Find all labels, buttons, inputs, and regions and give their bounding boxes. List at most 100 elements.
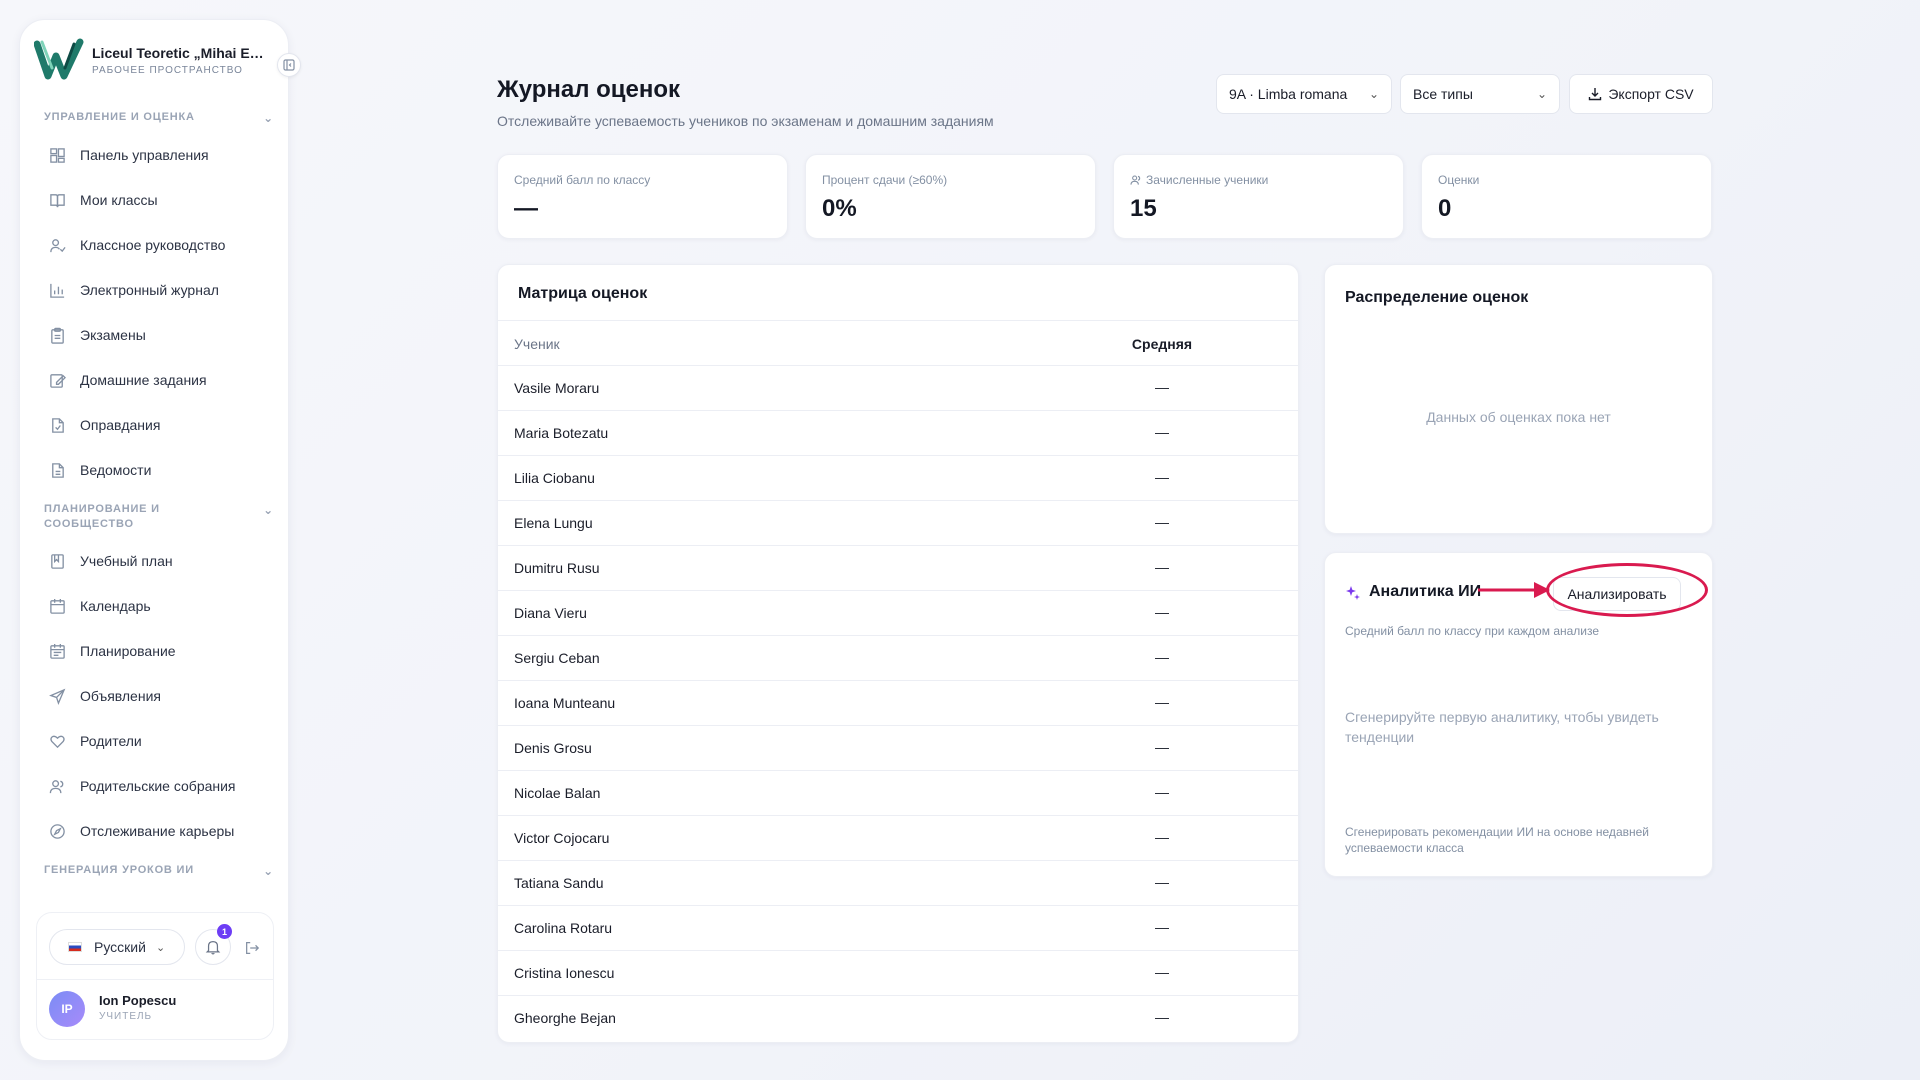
compass-icon [48, 822, 66, 840]
users-icon [1130, 175, 1141, 185]
chevron-down-icon: ⌄ [263, 503, 274, 517]
sidebar-item-homework[interactable]: Домашние задания [48, 365, 278, 395]
table-row[interactable]: Carolina Rotaru — [498, 906, 1298, 951]
collapse-sidebar-button[interactable] [277, 53, 301, 77]
user-role: УЧИТЕЛЬ [99, 1011, 153, 1022]
student-average: — [1155, 784, 1169, 800]
grade-matrix-title: Матрица оценок [518, 285, 648, 302]
edit-icon [48, 371, 66, 389]
sidebar-item-exams[interactable]: Экзамены [48, 320, 278, 350]
column-student[interactable]: Ученик [514, 336, 560, 352]
table-row[interactable]: Victor Cojocaru — [498, 816, 1298, 861]
type-select[interactable]: Все типы ⌄ [1400, 74, 1560, 114]
ai-analytics-subtitle: Средний балл по классу при каждом анализ… [1345, 624, 1600, 638]
file-check-icon [48, 416, 66, 434]
stat-label: Средний балл по классу [514, 173, 651, 187]
sidebar-item-career[interactable]: Отслеживание карьеры [48, 816, 278, 846]
section-ai-lessons[interactable]: ГЕНЕРАЦИЯ УРОКОВ ИИ ⌄ [44, 863, 274, 879]
table-row[interactable]: Maria Botezatu — [498, 411, 1298, 456]
sidebar-item-curriculum[interactable]: Учебный план [48, 546, 278, 576]
brand[interactable]: Liceul Teoretic „Mihai Eminescu” РАБОЧЕЕ… [34, 38, 272, 82]
analyze-button[interactable]: Анализировать [1553, 577, 1681, 611]
student-average: — [1155, 514, 1169, 530]
export-csv-button[interactable]: Экспорт CSV [1569, 74, 1713, 114]
stat-enrolled: Зачисленные ученики 15 [1113, 154, 1404, 239]
stat-value: 0% [822, 195, 857, 222]
chevron-down-icon: ⌄ [1536, 87, 1547, 101]
sidebar-item-parent-meetings[interactable]: Родительские собрания [48, 771, 278, 801]
flag-icon [68, 942, 82, 952]
stat-value: 0 [1438, 195, 1452, 222]
table-header: Ученик Средняя [498, 320, 1298, 366]
table-row[interactable]: Ioana Munteanu — [498, 681, 1298, 726]
stat-grades: Оценки 0 [1421, 154, 1712, 239]
student-name: Nicolae Balan [514, 785, 601, 801]
ai-analytics-title: Аналитика ИИ [1369, 583, 1482, 600]
table-row[interactable]: Lilia Ciobanu — [498, 456, 1298, 501]
student-average: — [1155, 919, 1169, 935]
sidebar-item-statements[interactable]: Ведомости [48, 455, 278, 485]
section-manage[interactable]: УПРАВЛЕНИЕ И ОЦЕНКА ⌄ [44, 110, 274, 126]
notifications-button[interactable]: 1 [195, 924, 232, 965]
student-average: — [1155, 829, 1169, 845]
page-title: Журнал оценок [497, 76, 681, 103]
column-average[interactable]: Средняя [1122, 336, 1202, 352]
sidebar-item-classes[interactable]: Мои классы [48, 185, 278, 215]
stat-pass-rate: Процент сдачи (≥60%) 0% [805, 154, 1096, 239]
table-row[interactable]: Vasile Moraru — [498, 366, 1298, 411]
table-row[interactable]: Diana Vieru — [498, 591, 1298, 636]
sidebar-item-label: Планирование [80, 643, 176, 659]
section-plan-label: ПЛАНИРОВАНИЕ И СООБЩЕСТВО [44, 503, 160, 530]
chevron-down-icon: ⌄ [1368, 87, 1379, 101]
sidebar-item-calendar[interactable]: Календарь [48, 591, 278, 621]
avatar[interactable]: IP [49, 991, 85, 1027]
sidebar-item-planning[interactable]: Планирование [48, 636, 278, 666]
class-select-value: 9A · Limba romana [1229, 86, 1348, 102]
sidebar-item-label: Родительские собрания [80, 778, 236, 794]
student-average: — [1155, 424, 1169, 440]
table-row[interactable]: Dumitru Rusu — [498, 546, 1298, 591]
school-name: Liceul Teoretic „Mihai Eminescu” [92, 44, 272, 61]
download-icon [1589, 88, 1602, 101]
student-name: Carolina Rotaru [514, 920, 613, 936]
stat-average: Средний балл по классу — [497, 154, 788, 239]
student-average: — [1155, 559, 1169, 575]
sidebar-item-journal[interactable]: Электронный журнал [48, 275, 278, 305]
table-row[interactable]: Tatiana Sandu — [498, 861, 1298, 906]
sidebar-item-label: Календарь [80, 598, 151, 614]
logout-button[interactable] [241, 937, 263, 959]
student-name: Gheorghe Bejan [514, 1010, 616, 1026]
sidebar-item-excuses[interactable]: Оправдания [48, 410, 278, 440]
section-ai-label: ГЕНЕРАЦИЯ УРОКОВ ИИ [44, 864, 194, 876]
student-average: — [1155, 964, 1169, 980]
sidebar-item-label: Объявления [80, 688, 161, 704]
stat-label-wrap: Зачисленные ученики [1130, 173, 1268, 187]
table-row[interactable]: Sergiu Ceban — [498, 636, 1298, 681]
table-row[interactable]: Gheorghe Bejan — [498, 996, 1298, 1041]
language-label: Русский [94, 939, 146, 955]
sidebar-item-label: Экзамены [80, 327, 146, 343]
table-row[interactable]: Cristina Ionescu — [498, 951, 1298, 996]
class-select[interactable]: 9A · Limba romana ⌄ [1216, 74, 1392, 114]
notification-badge: 1 [217, 924, 232, 939]
sidebar-item-homeroom[interactable]: Классное руководство [48, 230, 278, 260]
section-plan[interactable]: ПЛАНИРОВАНИЕ И СООБЩЕСТВО ⌄ [44, 502, 274, 532]
sidebar-item-label: Домашние задания [80, 372, 207, 388]
language-select[interactable]: Русский ⌄ [49, 929, 185, 965]
sidebar-item-parents[interactable]: Родители [48, 726, 278, 756]
table-row[interactable]: Elena Lungu — [498, 501, 1298, 546]
sidebar-item-label: Электронный журнал [80, 282, 219, 298]
sidebar-item-announcements[interactable]: Объявления [48, 681, 278, 711]
table-row[interactable]: Denis Grosu — [498, 726, 1298, 771]
student-name: Lilia Ciobanu [514, 470, 595, 486]
sidebar-item-dashboard[interactable]: Панель управления [48, 140, 278, 170]
sidebar-toggle-icon [283, 59, 295, 71]
bell-icon [205, 941, 221, 955]
stat-label: Оценки [1438, 173, 1480, 187]
calendar-icon [48, 597, 66, 615]
ai-analytics-card: Аналитика ИИ Анализировать Средний балл … [1324, 552, 1713, 877]
table-row[interactable]: Nicolae Balan — [498, 771, 1298, 816]
sparkles-icon [1346, 586, 1360, 600]
student-name: Diana Vieru [514, 605, 587, 621]
book-icon [48, 191, 66, 209]
